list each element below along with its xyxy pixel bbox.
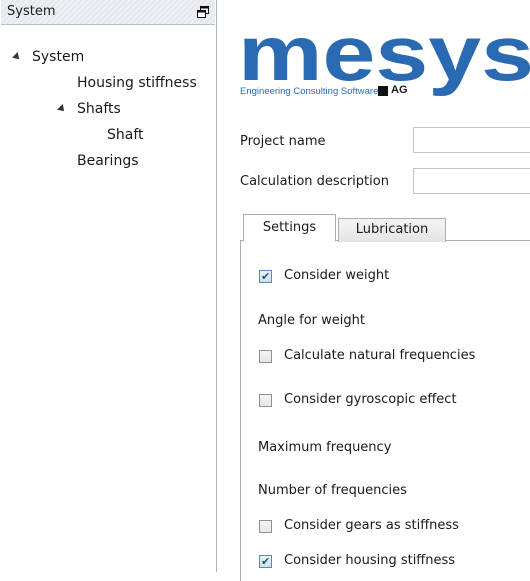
tree-item-housing-stiffness[interactable]: Housing stiffness [77, 72, 197, 94]
tree-item-label: Bearings [77, 153, 139, 169]
consider-weight-label: Consider weight [284, 268, 390, 283]
calculate-natural-frequencies-label: Calculate natural frequencies [284, 348, 476, 363]
logo-tagline: Engineering Consulting Software [240, 86, 379, 97]
project-name-label: Project name [240, 134, 326, 149]
calculation-description-label: Calculation description [240, 174, 389, 189]
maximum-frequency-label: Maximum frequency [258, 440, 392, 455]
calculation-description-field[interactable] [413, 168, 530, 194]
tree-item-label: Shafts [77, 101, 121, 117]
consider-gyroscopic-effect-label: Consider gyroscopic effect [284, 392, 457, 407]
tree-item-shafts[interactable]: Shafts [77, 98, 121, 120]
tree-item-bearings[interactable]: Bearings [77, 150, 139, 172]
tab-label: Settings [262, 220, 317, 235]
dock-title: System [7, 4, 56, 19]
expand-arrow-icon[interactable] [12, 52, 22, 62]
float-window-icon[interactable] [197, 6, 209, 18]
system-dock-panel: System System Housing stiffness Shafts S… [0, 0, 217, 572]
logo-block-icon [378, 86, 388, 96]
dock-header: System [1, 0, 215, 25]
angle-for-weight-label: Angle for weight [258, 313, 365, 328]
checkmark-icon: ✔ [261, 270, 271, 283]
tree-item-label: System [32, 49, 85, 65]
consider-gears-as-stiffness-label: Consider gears as stiffness [284, 518, 459, 533]
tree-item-system[interactable]: System [32, 46, 84, 68]
tree-item-label: Housing stiffness [77, 75, 197, 91]
tab-label: Lubrication [355, 222, 429, 237]
tab-settings[interactable]: Settings [243, 214, 336, 242]
checkmark-icon: ✔ [261, 555, 271, 568]
expand-arrow-icon[interactable] [57, 104, 67, 114]
consider-housing-stiffness-label: Consider housing stiffness [284, 553, 456, 568]
tab-lubrication[interactable]: Lubrication [338, 218, 446, 242]
consider-gears-as-stiffness-checkbox[interactable] [259, 520, 272, 533]
project-name-field[interactable] [413, 127, 530, 153]
number-of-frequencies-label: Number of frequencies [258, 483, 407, 498]
consider-housing-stiffness-checkbox[interactable]: ✔ [259, 555, 272, 568]
logo-suffix: AG [391, 84, 408, 96]
consider-gyroscopic-effect-checkbox[interactable] [259, 394, 272, 407]
calculate-natural-frequencies-checkbox[interactable] [259, 350, 272, 363]
consider-weight-checkbox[interactable]: ✔ [259, 270, 272, 283]
tree-item-label: Shaft [107, 127, 144, 143]
tree-item-shaft[interactable]: Shaft [107, 124, 144, 146]
